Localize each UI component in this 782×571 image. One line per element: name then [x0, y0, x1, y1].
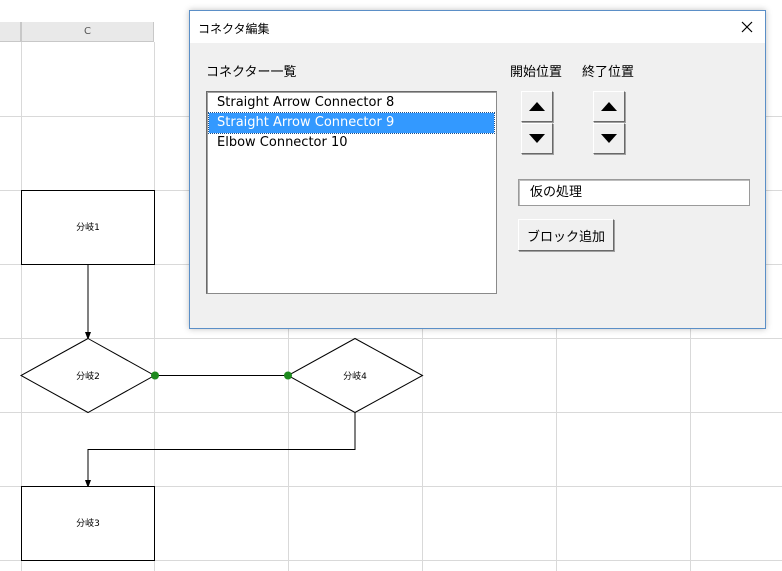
- end-position-label: 終了位置: [582, 65, 635, 80]
- connector-start-handle[interactable]: [151, 371, 159, 380]
- close-icon: [741, 21, 753, 33]
- shape-branch3-label: 分岐3: [76, 517, 100, 529]
- shape-branch1-label: 分岐1: [76, 221, 100, 233]
- start-position-label: 開始位置: [510, 65, 563, 80]
- shape-branch4-label: 分岐4: [343, 370, 367, 382]
- connector-end-handle[interactable]: [284, 371, 292, 380]
- connector-list-item[interactable]: Straight Arrow Connector 8: [209, 93, 494, 113]
- arrow-up-icon: [529, 102, 545, 111]
- connector-10[interactable]: [85, 412, 356, 488]
- dialog-titlebar[interactable]: コネクタ編集: [190, 11, 765, 43]
- add-block-button[interactable]: ブロック追加: [518, 219, 614, 251]
- shape-branch2-label: 分岐2: [76, 370, 100, 382]
- connector-edit-dialog: コネクタ編集 コネクター一覧 開始位置 終了位置 Straight Arrow …: [189, 10, 766, 329]
- arrow-up-icon: [601, 102, 617, 111]
- arrow-down-icon: [601, 134, 617, 143]
- connector-list-label: コネクター一覧: [206, 65, 297, 80]
- close-button[interactable]: [729, 11, 765, 43]
- start-down-button[interactable]: [521, 123, 553, 154]
- connector-list-item[interactable]: Elbow Connector 10: [209, 133, 494, 153]
- end-up-button[interactable]: [593, 91, 625, 122]
- block-text-input[interactable]: 仮の処理: [518, 179, 750, 206]
- connector-list-item-selected[interactable]: Straight Arrow Connector 9: [208, 112, 495, 134]
- dialog-title: コネクタ編集: [198, 22, 270, 36]
- start-up-button[interactable]: [521, 91, 553, 122]
- arrow-down-icon: [529, 134, 545, 143]
- connector-listbox[interactable]: Straight Arrow Connector 8 Straight Arro…: [206, 91, 497, 294]
- end-down-button[interactable]: [593, 123, 625, 154]
